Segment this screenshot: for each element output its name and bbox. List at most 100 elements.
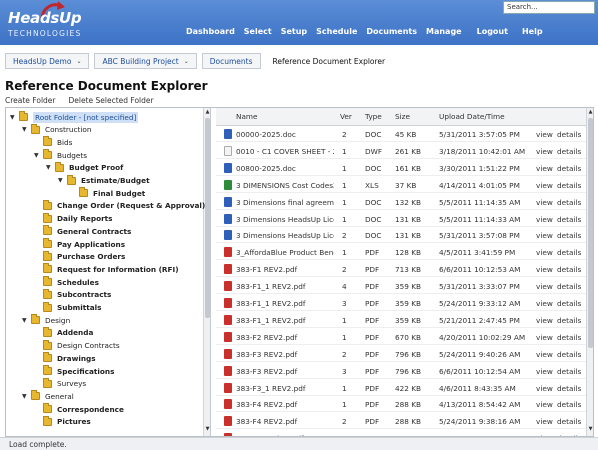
table-row[interactable]: 3 Dimensions HeadsUp License 1 DOC 131 KB 5/… [216, 211, 586, 227]
view-link[interactable]: view [536, 130, 553, 139]
scroll-down-icon[interactable]: ▼ [587, 426, 593, 432]
nav-logout[interactable]: Logout [477, 27, 508, 36]
table-row[interactable]: 383-F4 REV2.pdf 1 PDF 288 KB 4/13/2011 8:54:… [216, 396, 586, 413]
details-link[interactable]: details [557, 215, 581, 224]
details-link[interactable]: details [557, 265, 581, 274]
view-link[interactable]: view [536, 198, 553, 207]
table-row[interactable]: 383-F3 REV2.pdf 3 PDF 796 KB 6/6/2011 10:12:… [216, 363, 586, 379]
col-name-header[interactable]: Name [236, 112, 258, 121]
col-date-header[interactable]: Upload Date/Time [439, 112, 505, 121]
details-link[interactable]: details [557, 282, 581, 291]
view-link[interactable]: view [536, 265, 553, 274]
details-link[interactable]: details [557, 333, 581, 342]
nav-documents[interactable]: Documents [366, 27, 417, 36]
view-link[interactable]: view [536, 147, 553, 156]
expand-toggle-icon[interactable]: ▼ [10, 114, 19, 121]
table-row[interactable]: 3 DIMENSIONS Cost Codes2.xl: 1 XLS 37 KB 4/1… [216, 177, 586, 193]
expand-toggle-icon[interactable]: ▼ [22, 317, 31, 324]
view-link[interactable]: view [536, 333, 553, 342]
table-row[interactable]: 00000-2025.doc 2 DOC 45 KB 5/31/2011 3:57:05… [216, 126, 586, 142]
folder-tree: ▲ ▼ ▼ Root Folder - [not specified] ▼ Const… [6, 108, 211, 436]
details-link[interactable]: details [557, 400, 581, 409]
nav-dashboard[interactable]: Dashboard [186, 27, 235, 36]
headsup-logo[interactable]: HeadsUp TECHNOLOGIES [8, 1, 118, 40]
details-link[interactable]: details [557, 299, 581, 308]
details-link[interactable]: details [557, 130, 581, 139]
breadcrumb-headsup-demo[interactable]: HeadsUp Demo ⌄ [5, 53, 90, 69]
table-row[interactable]: 3 Dimensions HeadsUp License 2 DOC 131 KB 5/… [216, 227, 586, 244]
view-link[interactable]: view [536, 164, 553, 173]
breadcrumb-documents[interactable]: Documents [201, 53, 261, 69]
tree-node[interactable]: Pictures [34, 415, 91, 429]
nav-manage[interactable]: Manage [426, 27, 462, 36]
file-size: 288 KB [395, 400, 422, 410]
scroll-up-icon[interactable]: ▲ [204, 109, 210, 115]
details-link[interactable]: details [557, 350, 581, 359]
nav-setup[interactable]: Setup [281, 27, 307, 36]
scroll-up-icon[interactable]: ▲ [587, 109, 593, 115]
search-input[interactable]: Search... [503, 1, 595, 14]
view-link[interactable]: view [536, 248, 553, 257]
view-link[interactable]: view [536, 299, 553, 308]
nav-select[interactable]: Select [244, 27, 272, 36]
view-link[interactable]: view [536, 400, 553, 409]
file-name: 383-F4 REV2.pdf [236, 400, 298, 410]
table-row[interactable]: 383-F1 REV2.pdf 2 PDF 713 KB 6/6/2011 10:12:… [216, 261, 586, 278]
view-link[interactable]: view [536, 215, 553, 224]
table-row[interactable]: 383-F3_1 REV2.pdf 1 PDF 422 KB 4/6/2011 8:43… [216, 380, 586, 396]
nav-help[interactable]: Help [522, 27, 543, 36]
table-row[interactable]: 00800-2025.doc 1 DOC 161 KB 3/30/2011 1:51:2… [216, 160, 586, 176]
tree-scroll-thumb[interactable] [205, 118, 210, 318]
grid-scroll-thumb[interactable] [588, 118, 593, 348]
tree-scrollbar[interactable]: ▲ ▼ [203, 108, 210, 436]
view-link[interactable]: view [536, 434, 553, 436]
view-link[interactable]: view [536, 350, 553, 359]
expand-toggle-icon[interactable]: ▼ [22, 393, 31, 400]
table-row[interactable]: 383-F2 REV2.pdf 1 PDF 670 KB 4/20/2011 10:02… [216, 329, 586, 345]
expand-toggle-icon[interactable]: ▼ [58, 177, 67, 184]
table-row[interactable]: 383-F1_1 REV2.pdf 1 PDF 359 KB 5/21/2011 2:4… [216, 312, 586, 328]
col-size-header[interactable]: Size [395, 112, 410, 121]
table-row[interactable]: 383-F3 REV2.pdf 2 PDF 796 KB 5/24/2011 9:40:… [216, 346, 586, 362]
create-folder-button[interactable]: Create Folder [5, 96, 55, 105]
scroll-down-icon[interactable]: ▼ [204, 426, 210, 432]
breadcrumb-project[interactable]: ABC Building Project ⌄ [94, 53, 197, 69]
view-link[interactable]: view [536, 417, 553, 426]
nav-schedule[interactable]: Schedule [316, 27, 357, 36]
table-row[interactable]: 3 Dimensions final agreement (1 DOC 132 KB… [216, 194, 586, 210]
details-link[interactable]: details [557, 417, 581, 426]
details-link[interactable]: details [557, 198, 581, 207]
table-row[interactable]: 383-F4 REV2.pdf 2 PDF 288 KB 5/24/2011 9:38:… [216, 413, 586, 430]
table-row[interactable]: 383-F1_1 REV2.pdf 3 PDF 359 KB 5/24/2011 9:3… [216, 295, 586, 311]
details-link[interactable]: details [557, 181, 581, 190]
doc-file-icon [224, 213, 232, 224]
table-row[interactable]: 5 Top MIstakes.pdf 1PDF281 KB 3/8/2011 9:3… [216, 430, 586, 436]
view-link[interactable]: view [536, 231, 553, 240]
view-link[interactable]: view [536, 181, 553, 190]
view-link[interactable]: view [536, 282, 553, 291]
chevron-down-icon[interactable]: ⌄ [184, 58, 189, 65]
details-link[interactable]: details [557, 248, 581, 257]
view-link[interactable]: view [536, 384, 553, 393]
col-type-header[interactable]: Type [365, 112, 382, 121]
col-ver-header[interactable]: Ver [340, 112, 352, 121]
view-link[interactable]: view [536, 316, 553, 325]
table-row[interactable]: 3_AffordaBlue Product Benefits 1 PDF 128 KB… [216, 244, 586, 261]
table-row[interactable]: 0010 - C1 COVER SHEET - 202: 1 DWF 261 KB 3/… [216, 143, 586, 159]
chevron-down-icon[interactable]: ⌄ [76, 58, 81, 65]
expand-toggle-icon[interactable]: ▼ [34, 152, 43, 159]
details-link[interactable]: details [557, 434, 581, 436]
details-link[interactable]: details [557, 384, 581, 393]
details-link[interactable]: details [557, 231, 581, 240]
details-link[interactable]: details [557, 316, 581, 325]
folder-icon [31, 123, 40, 134]
details-link[interactable]: details [557, 164, 581, 173]
table-row[interactable]: 383-F1_1 REV2.pdf 4 PDF 359 KB 5/31/2011 3:3… [216, 278, 586, 295]
grid-scrollbar[interactable]: ▲ ▼ [586, 108, 593, 436]
delete-folder-button[interactable]: Delete Selected Folder [68, 96, 153, 105]
expand-toggle-icon[interactable]: ▼ [22, 126, 31, 133]
details-link[interactable]: details [557, 147, 581, 156]
details-link[interactable]: details [557, 367, 581, 376]
expand-toggle-icon[interactable]: ▼ [46, 164, 55, 171]
view-link[interactable]: view [536, 367, 553, 376]
